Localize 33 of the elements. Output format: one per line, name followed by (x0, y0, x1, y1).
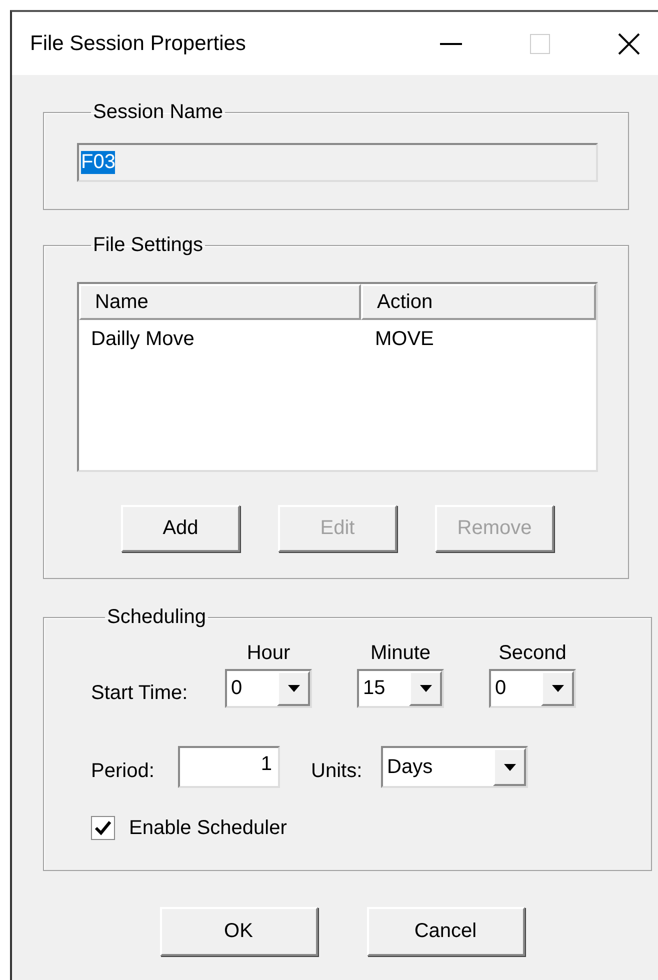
action-button[interactable]: Add (121, 505, 240, 552)
dropdown-arrow-icon (552, 685, 564, 692)
maximize-icon (530, 34, 550, 54)
field-label: Second (498, 642, 568, 664)
column-header[interactable]: Name (79, 284, 361, 320)
dialog-button[interactable]: OK (160, 907, 318, 956)
field-label: Period: (91, 758, 156, 782)
close-icon[interactable] (618, 32, 640, 54)
session-name-field[interactable]: F03 (77, 143, 598, 182)
time-dropdown[interactable]: 15 (357, 669, 444, 708)
dropdown-arrow-icon (504, 764, 516, 770)
units-dropdown[interactable]: Days (381, 746, 528, 788)
window-title: File Session Properties (30, 32, 246, 56)
field-label: Hour (246, 642, 292, 664)
column-header[interactable]: Action (361, 284, 596, 320)
field-label: Start Time: (91, 681, 189, 705)
file-list[interactable]: Name Action Dailly Move MOVE (77, 282, 598, 472)
field-label: Units: (311, 758, 364, 782)
field-label: Minute (369, 642, 432, 664)
list-cell-text: Dailly Move (90, 328, 196, 351)
period-field[interactable]: 1 (178, 746, 280, 788)
list-cell-text: MOVE (374, 328, 434, 351)
checkbox-label: Enable Scheduler (129, 816, 287, 840)
time-dropdown[interactable]: 0 (225, 669, 312, 708)
time-dropdown[interactable]: 0 (489, 669, 576, 708)
minimize-icon[interactable] (440, 42, 462, 46)
group-label: Scheduling (106, 605, 207, 629)
group-label: Session Name (92, 100, 224, 124)
group-label: File Settings (92, 233, 204, 257)
checkbox[interactable] (91, 816, 115, 840)
dropdown-arrow-icon (288, 685, 300, 692)
dropdown-arrow-icon (420, 685, 432, 692)
dialog-button[interactable]: Cancel (366, 907, 524, 956)
